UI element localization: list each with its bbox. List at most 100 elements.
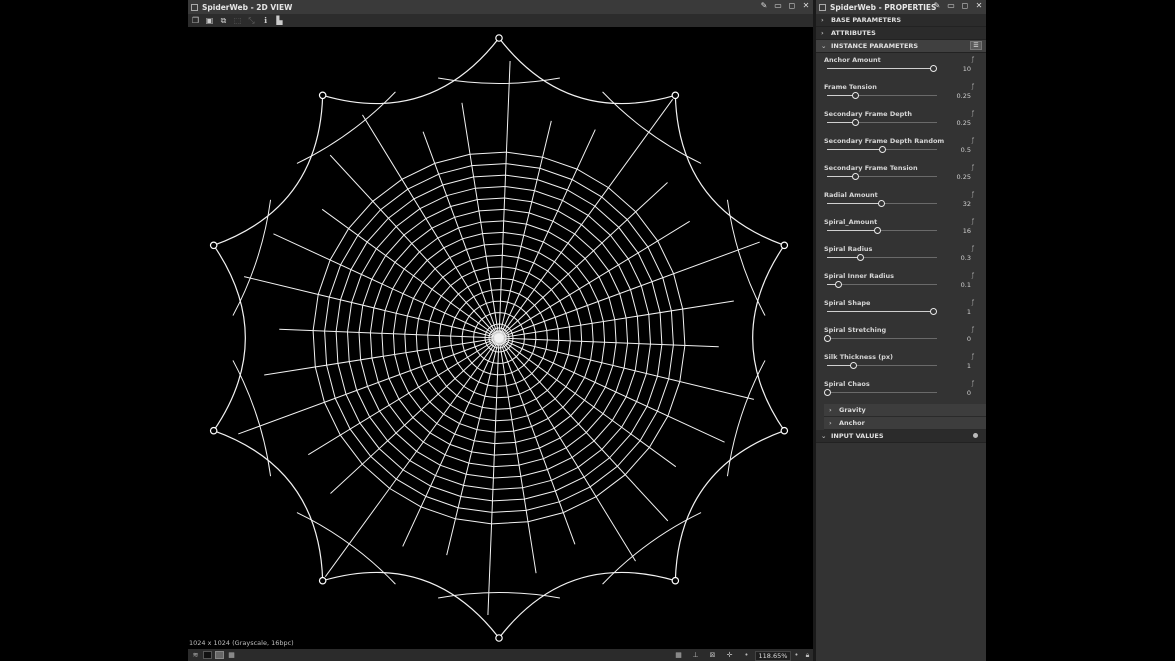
param-value[interactable]: 0 bbox=[967, 335, 971, 343]
layers-icon[interactable]: ≋ bbox=[191, 651, 200, 659]
slider-handle[interactable] bbox=[929, 308, 937, 315]
function-icon[interactable]: ƒ bbox=[972, 272, 974, 279]
anchor-point[interactable] bbox=[318, 576, 327, 585]
channel-gray-swatch[interactable] bbox=[215, 651, 224, 659]
param-slider[interactable] bbox=[824, 335, 937, 342]
anchor-point[interactable] bbox=[209, 241, 218, 250]
param-value[interactable]: 0.1 bbox=[961, 281, 971, 289]
param-value[interactable]: 0.25 bbox=[957, 119, 971, 127]
param-value[interactable]: 0.25 bbox=[957, 92, 971, 100]
slider-handle[interactable] bbox=[851, 92, 859, 99]
channel-black-swatch[interactable] bbox=[203, 651, 212, 659]
anchor-point[interactable] bbox=[671, 576, 680, 585]
slider-handle[interactable] bbox=[857, 254, 864, 261]
properties-titlebar[interactable]: SpiderWeb - PROPERTIES ✎ ▭ ◻ ✕ bbox=[816, 0, 986, 14]
param-slider[interactable] bbox=[827, 362, 937, 369]
param-value[interactable]: 0.25 bbox=[957, 173, 971, 181]
slider-handle[interactable] bbox=[877, 200, 885, 207]
anchor-point[interactable] bbox=[318, 91, 327, 100]
param-slider[interactable] bbox=[827, 173, 937, 180]
settings-list-icon[interactable]: ☰ bbox=[970, 41, 982, 50]
anchor-point[interactable] bbox=[495, 34, 503, 42]
2d-view-titlebar[interactable]: SpiderWeb - 2D VIEW ✎ ▭ ◻ ✕ bbox=[188, 0, 813, 14]
function-icon[interactable]: ƒ bbox=[972, 83, 974, 90]
slider-handle[interactable] bbox=[850, 362, 858, 369]
param-slider[interactable] bbox=[827, 308, 937, 315]
crosshair-icon[interactable]: ✛ bbox=[725, 651, 734, 659]
minimize-icon[interactable]: ▭ bbox=[774, 2, 782, 10]
function-icon[interactable]: ƒ bbox=[972, 191, 974, 198]
anchor-point[interactable] bbox=[209, 426, 218, 435]
lock-icon[interactable]: 🔒︎ bbox=[803, 651, 812, 659]
param-slider[interactable] bbox=[824, 389, 937, 396]
function-icon[interactable]: ƒ bbox=[972, 299, 974, 306]
info-icon[interactable]: ℹ bbox=[261, 16, 270, 25]
anchor-point[interactable] bbox=[671, 91, 680, 100]
grid-icon[interactable]: ▦ bbox=[674, 651, 683, 659]
param-slider[interactable] bbox=[827, 65, 937, 72]
param-value[interactable]: 0.3 bbox=[961, 254, 971, 262]
function-icon[interactable]: ƒ bbox=[972, 164, 974, 171]
param-slider[interactable] bbox=[827, 200, 937, 207]
slider-handle[interactable] bbox=[929, 65, 937, 72]
copy-icon[interactable]: ❐ bbox=[191, 16, 200, 25]
fit-icon[interactable]: ⬚ bbox=[233, 16, 242, 25]
param-slider[interactable] bbox=[827, 281, 937, 288]
minimize-icon[interactable]: ▭ bbox=[947, 2, 955, 10]
slider-handle[interactable] bbox=[851, 173, 859, 180]
maximize-icon[interactable]: ◻ bbox=[961, 2, 969, 10]
info-dot-icon[interactable] bbox=[973, 433, 978, 438]
function-icon[interactable]: ƒ bbox=[972, 326, 974, 333]
frame-icon[interactable]: ⊠ bbox=[708, 651, 717, 659]
function-icon[interactable]: ƒ bbox=[972, 353, 974, 360]
zoom-in-icon[interactable]: • bbox=[792, 651, 801, 659]
zoom-out-icon[interactable]: • bbox=[742, 651, 751, 659]
save-icon[interactable]: ▣ bbox=[205, 16, 214, 25]
subsection-anchor[interactable]: › Anchor bbox=[824, 417, 986, 430]
tiling-icon[interactable]: ⤡ bbox=[247, 16, 256, 25]
section-input-values[interactable]: ⌄ INPUT VALUES bbox=[816, 430, 986, 443]
section-attributes[interactable]: › ATTRIBUTES bbox=[816, 27, 986, 40]
slider-handle[interactable] bbox=[824, 389, 831, 396]
axes-icon[interactable]: ⊥ bbox=[691, 651, 700, 659]
slider-handle[interactable] bbox=[873, 227, 881, 234]
param-slider[interactable] bbox=[827, 119, 937, 126]
function-icon[interactable]: ƒ bbox=[972, 218, 974, 225]
function-icon[interactable]: ƒ bbox=[972, 56, 974, 63]
anchor-point[interactable] bbox=[495, 634, 503, 642]
function-icon[interactable]: ƒ bbox=[972, 110, 974, 117]
param-slider[interactable] bbox=[827, 254, 937, 261]
param-value[interactable]: 0.5 bbox=[961, 146, 971, 154]
slider-handle[interactable] bbox=[851, 119, 859, 126]
param-value[interactable]: 1 bbox=[967, 308, 971, 316]
spiderweb-canvas[interactable] bbox=[188, 27, 810, 649]
pin-icon[interactable]: ✎ bbox=[760, 2, 768, 10]
param-value[interactable]: 1 bbox=[967, 362, 971, 370]
param-slider[interactable] bbox=[827, 92, 937, 99]
anchor-point[interactable] bbox=[780, 241, 789, 250]
param-value[interactable]: 16 bbox=[963, 227, 971, 235]
zoom-field[interactable]: 118.65% bbox=[755, 651, 791, 661]
section-base-parameters[interactable]: › BASE PARAMETERS bbox=[816, 14, 986, 27]
function-icon[interactable]: ƒ bbox=[972, 137, 974, 144]
param-value[interactable]: 32 bbox=[963, 200, 971, 208]
slider-handle[interactable] bbox=[835, 281, 842, 288]
function-icon[interactable]: ƒ bbox=[972, 380, 974, 387]
section-instance-parameters[interactable]: ⌄ INSTANCE PARAMETERS ☰ bbox=[816, 40, 986, 53]
slider-handle[interactable] bbox=[824, 335, 831, 342]
anchor-point[interactable] bbox=[780, 426, 789, 435]
param-slider[interactable] bbox=[827, 146, 937, 153]
param-value[interactable]: 0 bbox=[967, 389, 971, 397]
function-icon[interactable]: ƒ bbox=[972, 245, 974, 252]
export-icon[interactable]: ⧉ bbox=[219, 16, 228, 25]
pin-icon[interactable]: ✎ bbox=[933, 2, 941, 10]
param-slider[interactable] bbox=[827, 227, 937, 234]
close-icon[interactable]: ✕ bbox=[802, 2, 810, 10]
alpha-icon[interactable]: ▦ bbox=[227, 651, 236, 659]
close-icon[interactable]: ✕ bbox=[975, 2, 983, 10]
param-value[interactable]: 10 bbox=[963, 65, 971, 73]
slider-handle[interactable] bbox=[879, 146, 886, 153]
subsection-gravity[interactable]: › Gravity bbox=[824, 404, 986, 417]
maximize-icon[interactable]: ◻ bbox=[788, 2, 796, 10]
histogram-icon[interactable]: ▙ bbox=[275, 16, 284, 25]
